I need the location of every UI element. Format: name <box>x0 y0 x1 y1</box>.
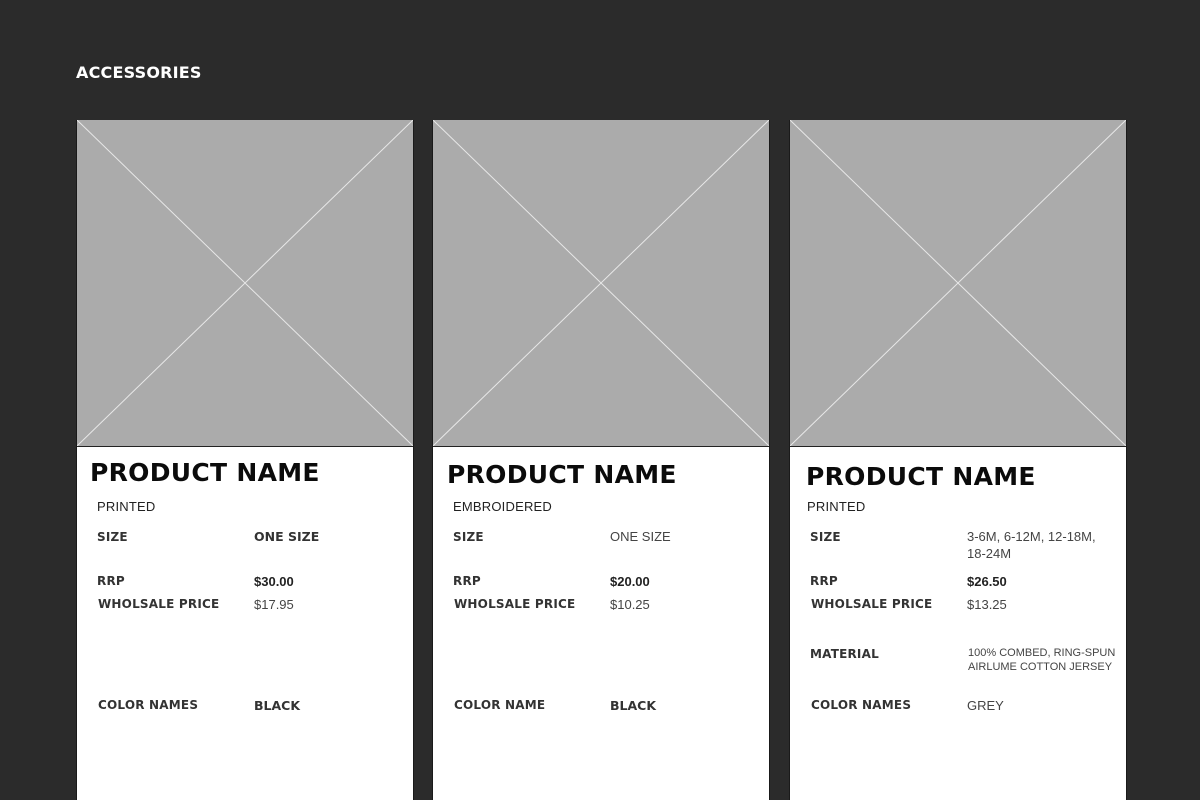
wholesale-label: WHOLSALE PRICE <box>98 597 220 611</box>
image-placeholder-icon <box>790 120 1126 446</box>
rrp-label: RRP <box>97 574 125 588</box>
color-value: BLACK <box>610 698 657 713</box>
rrp-value: $20.00 <box>610 574 650 589</box>
product-type: EMBROIDERED <box>453 499 552 514</box>
color-value: BLACK <box>254 698 301 713</box>
image-placeholder-icon <box>433 120 769 446</box>
color-value: GREY <box>967 698 1004 713</box>
size-value: ONE SIZE <box>610 529 671 544</box>
wholesale-value: $13.25 <box>967 597 1007 612</box>
wholesale-label: WHOLSALE PRICE <box>454 597 576 611</box>
color-label: COLOR NAMES <box>811 698 912 712</box>
color-label: COLOR NAME <box>454 698 546 712</box>
wholesale-label: WHOLSALE PRICE <box>811 597 933 611</box>
size-value: ONE SIZE <box>254 529 320 544</box>
color-label: COLOR NAMES <box>98 698 199 712</box>
product-name: PRODUCT NAME <box>806 462 1036 491</box>
product-type: PRINTED <box>97 499 156 514</box>
rrp-value: $30.00 <box>254 574 294 589</box>
product-type: PRINTED <box>807 499 866 514</box>
product-card[interactable]: PRODUCT NAME PRINTED SIZE ONE SIZE RRP $… <box>76 120 414 800</box>
product-name: PRODUCT NAME <box>90 458 320 487</box>
size-value: 3-6M, 6-12M, 12-18M, 18-24M <box>967 529 1096 561</box>
section-title: ACCESSORIES <box>76 63 202 82</box>
material-value: 100% COMBED, RING-SPUN AIRLUME COTTON JE… <box>968 647 1116 673</box>
wholesale-value: $10.25 <box>610 597 650 612</box>
product-name: PRODUCT NAME <box>447 460 677 489</box>
image-placeholder <box>77 120 413 447</box>
material-label: MATERIAL <box>810 647 879 661</box>
size-label: SIZE <box>453 530 484 544</box>
rrp-label: RRP <box>453 574 481 588</box>
image-placeholder <box>790 120 1126 447</box>
size-label: SIZE <box>97 530 128 544</box>
image-placeholder-icon <box>77 120 413 446</box>
size-label: SIZE <box>810 530 841 544</box>
wholesale-value: $17.95 <box>254 597 294 612</box>
product-card[interactable]: PRODUCT NAME EMBROIDERED SIZE ONE SIZE R… <box>432 120 770 800</box>
product-card[interactable]: PRODUCT NAME PRINTED SIZE 3-6M, 6-12M, 1… <box>789 120 1127 800</box>
page: ACCESSORIES PRODUCT NAME PRINTED SIZE ON… <box>0 0 1200 800</box>
rrp-label: RRP <box>810 574 838 588</box>
image-placeholder <box>433 120 769 447</box>
rrp-value: $26.50 <box>967 574 1007 589</box>
